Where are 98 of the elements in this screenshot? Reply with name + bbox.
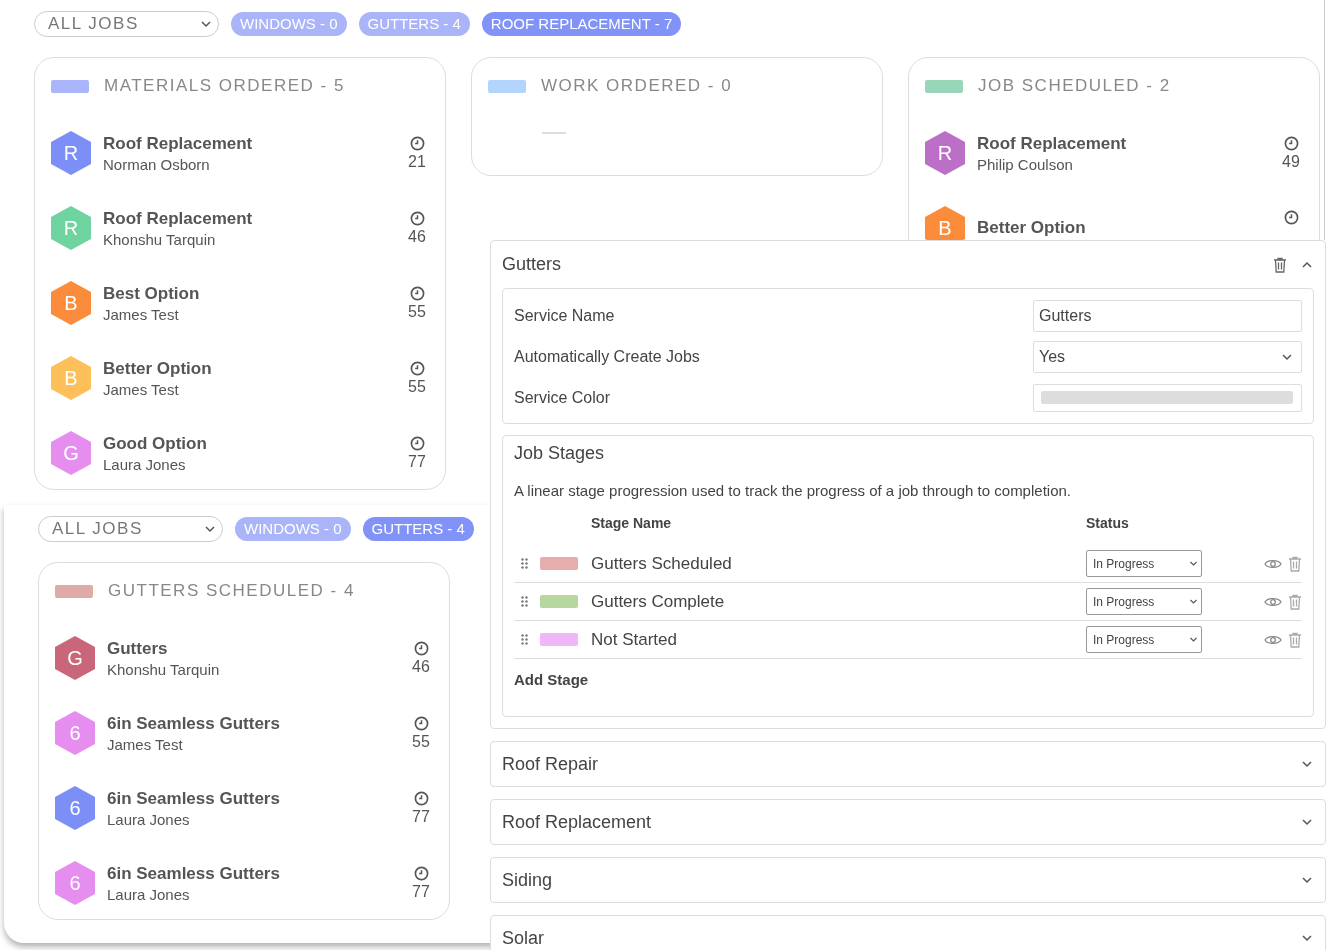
expand-chevron-icon[interactable] [1301, 932, 1313, 944]
clock-icon [1283, 135, 1299, 151]
letter-avatar: B [51, 281, 91, 325]
caret-icon[interactable] [1189, 559, 1198, 568]
customer-name: Laura Jones [107, 885, 191, 903]
eye-icon[interactable] [1264, 557, 1282, 570]
days-count: 55 [412, 732, 430, 751]
clock-icon [413, 865, 429, 881]
section-title: Job Stages [514, 442, 606, 465]
caret-icon[interactable] [200, 18, 212, 30]
service-name-input[interactable]: Gutters [1033, 299, 1302, 332]
customer-name: Laura Jones [107, 810, 191, 828]
days-count: 77 [408, 452, 426, 471]
customer-name: James Test [107, 735, 184, 753]
clock-icon [413, 715, 429, 731]
status-dropdown[interactable]: In Progress [1086, 588, 1202, 615]
section-description: A linear stage progression used to track the progress of a job through to completion. [514, 482, 1072, 499]
field-label: Automatically Create Jobs [514, 347, 700, 366]
letter-avatar: 6 [55, 711, 95, 755]
customer-name: Norman Osborn [103, 155, 211, 173]
letter-avatar: R [925, 131, 965, 175]
letter-avatar: R [51, 206, 91, 250]
job-title: Good Option [103, 433, 208, 454]
clock-icon [409, 435, 425, 451]
days-count: 46 [408, 227, 426, 246]
days-count: 55 [408, 377, 426, 396]
clock-icon [413, 640, 429, 656]
job-title: Roof Replacement [977, 133, 1128, 154]
service-title[interactable]: Solar [502, 927, 1287, 949]
drag-handle-icon[interactable] [521, 596, 528, 607]
customer-name: Philip Coulson [977, 155, 1074, 173]
auto-create-dropdown[interactable]: Yes [1033, 340, 1302, 373]
status-dropdown[interactable]: In Progress [1086, 626, 1202, 653]
column-title: MATERIALS ORDERED - 5 [104, 76, 345, 96]
days-count: 55 [408, 302, 426, 321]
stage-name: Not Started [591, 629, 678, 650]
column-header: Stage Name [591, 515, 673, 531]
trash-icon[interactable] [1273, 256, 1287, 273]
eye-icon[interactable] [1264, 595, 1282, 608]
job-title: Better Option [103, 358, 213, 379]
column-title: WORK ORDERED - 0 [541, 76, 733, 96]
job-title: Gutters [107, 638, 169, 659]
customer-name: James Test [103, 305, 180, 323]
clock-icon [409, 135, 425, 151]
caret-icon[interactable] [1189, 597, 1198, 606]
clock-icon [409, 285, 425, 301]
days-count: 46 [412, 657, 430, 676]
column-title: JOB SCHEDULED - 2 [978, 76, 1171, 96]
days-count: 77 [412, 882, 430, 901]
days-count: 49 [1282, 152, 1300, 171]
drag-handle-icon[interactable] [521, 558, 528, 569]
job-title: Better Option [977, 218, 1087, 238]
letter-avatar: 6 [55, 861, 95, 905]
expand-chevron-icon[interactable] [1301, 874, 1313, 886]
job-title: Best Option [103, 283, 201, 304]
stage-color-swatch[interactable] [540, 633, 578, 646]
color-picker-field[interactable] [1033, 383, 1302, 412]
customer-name: James Test [103, 380, 180, 398]
clock-icon [409, 360, 425, 376]
letter-avatar: 6 [55, 786, 95, 830]
job-title: 6in Seamless Gutters [107, 863, 281, 884]
empty-dash [542, 132, 566, 134]
job-title: Roof Replacement [103, 208, 254, 229]
service-title[interactable]: Roof Replacement [502, 811, 1287, 833]
letter-avatar: B [51, 356, 91, 400]
expand-chevron-icon[interactable] [1301, 758, 1313, 770]
status-dropdown[interactable]: In Progress [1086, 550, 1202, 577]
clock-icon [409, 210, 425, 226]
drag-handle-icon[interactable] [521, 634, 528, 645]
job-title: 6in Seamless Gutters [107, 788, 281, 809]
customer-name: Khonshu Tarquin [107, 660, 221, 678]
clock-icon [1283, 210, 1299, 225]
field-label: Service Color [514, 388, 611, 407]
stage-color-swatch[interactable] [540, 595, 578, 608]
service-title[interactable]: Gutters [502, 254, 1259, 275]
caret-icon[interactable] [1189, 635, 1198, 644]
field-label: Service Name [514, 306, 615, 325]
service-title[interactable]: Roof Repair [502, 753, 1287, 775]
days-count: 21 [408, 152, 426, 171]
customer-name: Khonshu Tarquin [103, 230, 217, 248]
eye-icon[interactable] [1264, 633, 1282, 646]
days-count: 77 [412, 807, 430, 826]
stage-name: Gutters Scheduled [591, 553, 733, 574]
add-stage-link[interactable]: Add Stage [514, 671, 1302, 688]
letter-avatar: G [51, 431, 91, 475]
job-title: Roof Replacement [103, 133, 254, 154]
stage-name: Gutters Complete [591, 591, 726, 612]
expand-chevron-icon[interactable] [1301, 816, 1313, 828]
customer-name: Laura Jones [103, 455, 187, 473]
column-header: Status [1086, 515, 1130, 531]
stage-color-swatch[interactable] [540, 557, 578, 570]
caret-icon[interactable] [204, 523, 216, 535]
column-title: GUTTERS SCHEDULED - 4 [108, 581, 355, 601]
clock-icon [413, 790, 429, 806]
job-title: 6in Seamless Gutters [107, 713, 281, 734]
letter-avatar: R [51, 131, 91, 175]
service-title[interactable]: Siding [502, 869, 1287, 891]
letter-avatar: G [55, 636, 95, 680]
